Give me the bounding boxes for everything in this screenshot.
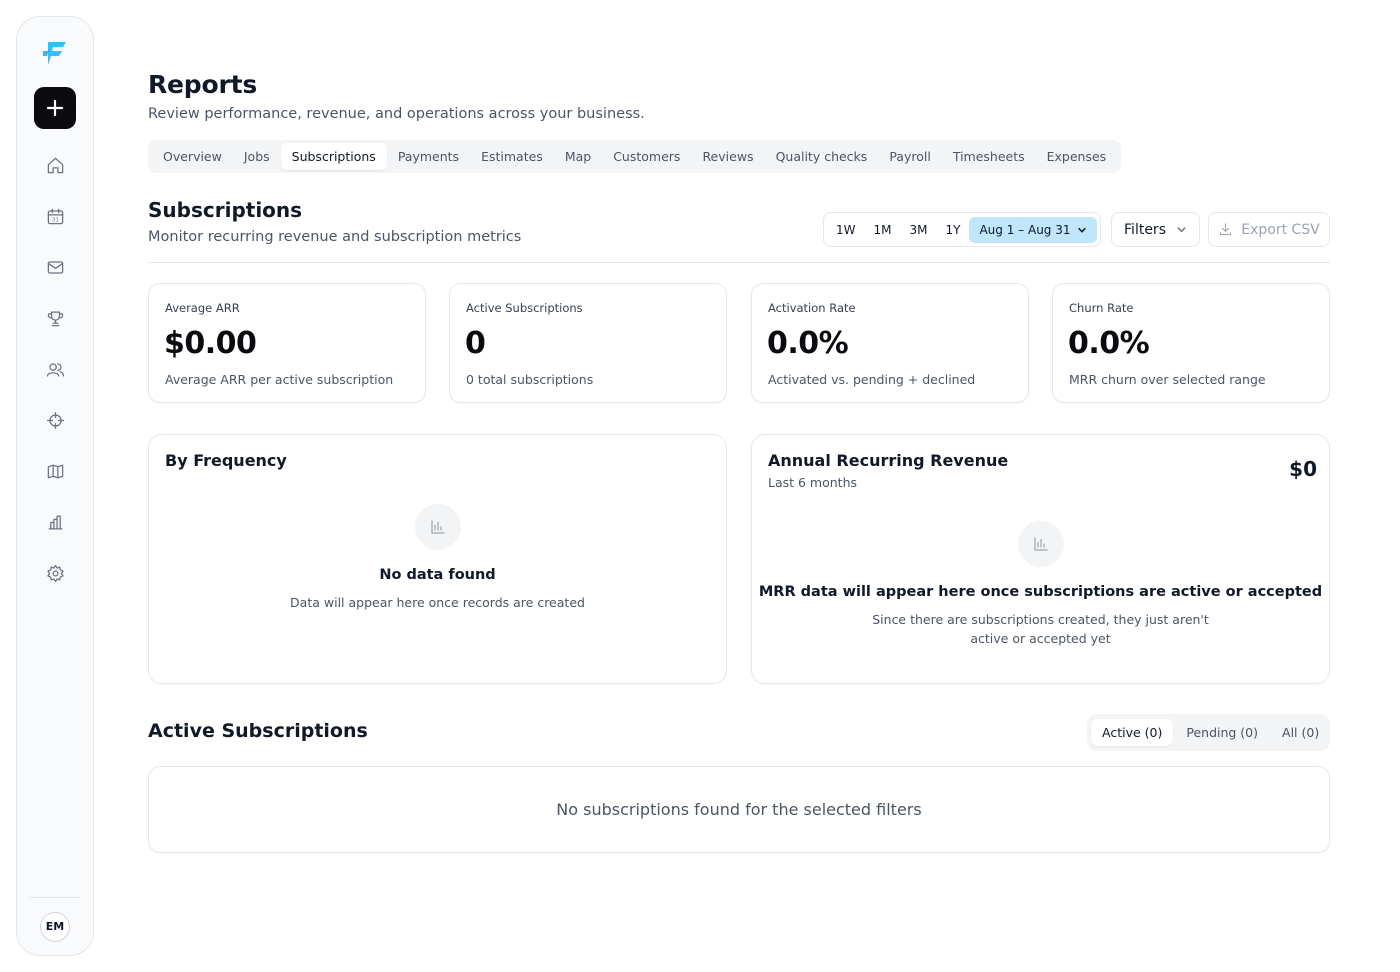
tab-reviews[interactable]: Reviews [691, 143, 764, 170]
sidebar-item-mail[interactable] [35, 247, 75, 287]
sidebar-item-customers[interactable] [35, 349, 75, 389]
export-csv-button[interactable]: Export CSV [1208, 212, 1330, 247]
page-subtitle: Review performance, revenue, and operati… [148, 106, 645, 122]
chevron-down-icon [1077, 227, 1086, 233]
user-avatar[interactable]: EM [40, 911, 70, 942]
empty-table-message: No subscriptions found for the selected … [556, 800, 922, 819]
section-subtitle: Monitor recurring revenue and subscripti… [148, 229, 522, 245]
home-icon [47, 157, 63, 173]
subscriptions-table: No subscriptions found for the selected … [148, 766, 1330, 853]
kpi-card-churn-rate: Churn Rate 0.0% MRR churn over selected … [1052, 283, 1330, 403]
tab-map[interactable]: Map [554, 143, 602, 170]
sidebar-footer: EM [29, 897, 81, 955]
kpi-label: Active Subscriptions [466, 301, 583, 315]
crosshair-icon [46, 411, 64, 429]
mail-icon [47, 260, 63, 274]
kpi-card-active-subscriptions: Active Subscriptions 0 0 total subscript… [449, 283, 727, 403]
sidebar-item-home[interactable] [35, 145, 75, 185]
sidebar-nav: 31 [35, 145, 75, 604]
plus-icon [46, 99, 64, 117]
sidebar-item-crosshair[interactable] [35, 400, 75, 440]
bar-chart-icon [431, 520, 445, 534]
filters-button[interactable]: Filters [1111, 212, 1200, 247]
kpi-card-activation-rate: Activation Rate 0.0% Activated vs. pendi… [751, 283, 1029, 403]
sidebar-item-trophy[interactable] [35, 298, 75, 338]
tab-estimates[interactable]: Estimates [470, 143, 554, 170]
tab-subscriptions[interactable]: Subscriptions [280, 143, 387, 170]
date-range-label: Aug 1 – Aug 31 [979, 222, 1071, 237]
report-tabs: Overview Jobs Subscriptions Payments Est… [148, 140, 1122, 173]
kpi-value: 0.0% [767, 326, 849, 361]
by-frequency-panel: By Frequency No data found Data will app… [148, 434, 727, 684]
range-3m-button[interactable]: 3M [901, 217, 937, 243]
active-subscriptions-title: Active Subscriptions [148, 720, 368, 742]
section-divider [148, 262, 1330, 263]
users-icon [46, 362, 64, 376]
tab-expenses[interactable]: Expenses [1036, 143, 1118, 170]
tab-payroll[interactable]: Payroll [878, 143, 942, 170]
subscription-status-tabs: Active (0) Pending (0) All (0) [1087, 714, 1330, 751]
empty-chart-icon [415, 504, 461, 550]
chevron-down-icon [1177, 227, 1186, 233]
bar-chart-icon [48, 515, 62, 529]
status-tab-active[interactable]: Active (0) [1091, 719, 1174, 746]
kpi-label: Average ARR [165, 301, 240, 315]
section-title: Subscriptions [148, 198, 303, 222]
map-icon [47, 464, 63, 478]
export-label: Export CSV [1241, 221, 1320, 238]
annual-recurring-revenue-panel: Annual Recurring Revenue Last 6 months $… [751, 434, 1330, 684]
kpi-description: MRR churn over selected range [1069, 372, 1266, 387]
status-tab-pending[interactable]: Pending (0) [1175, 719, 1269, 746]
kpi-label: Activation Rate [768, 301, 856, 315]
trophy-icon [47, 311, 63, 326]
kpi-label: Churn Rate [1069, 301, 1134, 315]
kpi-card-average-arr: Average ARR $0.00 Average ARR per active… [148, 283, 426, 403]
tab-payments[interactable]: Payments [387, 143, 470, 170]
sidebar: 31 EM [16, 16, 94, 956]
gear-icon [46, 564, 64, 582]
panel-title: By Frequency [165, 451, 287, 470]
svg-text:31: 31 [52, 217, 59, 223]
range-1y-button[interactable]: 1Y [937, 217, 970, 243]
panel-title: Annual Recurring Revenue [768, 451, 1009, 470]
empty-state-subtitle: Data will appear here once records are c… [290, 595, 585, 610]
kpi-value: 0.0% [1068, 326, 1150, 361]
empty-chart-icon [1018, 521, 1064, 567]
brand-logo-icon[interactable] [39, 37, 71, 69]
sidebar-item-reports[interactable] [35, 502, 75, 542]
sidebar-item-calendar[interactable]: 31 [35, 196, 75, 236]
kpi-description: 0 total subscriptions [466, 372, 594, 387]
kpi-description: Activated vs. pending + declined [768, 372, 976, 387]
empty-state-subtitle-line2: active or accepted yet [970, 631, 1111, 646]
kpi-value: 0 [465, 326, 486, 361]
empty-state-subtitle-line1: Since there are subscriptions created, t… [872, 612, 1209, 627]
status-tab-all[interactable]: All (0) [1271, 719, 1330, 746]
tab-quality-checks[interactable]: Quality checks [765, 143, 879, 170]
download-icon [1220, 223, 1232, 235]
panel-subtitle: Last 6 months [768, 475, 858, 490]
page-title: Reports [148, 70, 258, 99]
tab-jobs[interactable]: Jobs [233, 143, 281, 170]
empty-state-title: No data found [379, 567, 496, 583]
sidebar-item-map[interactable] [35, 451, 75, 491]
sidebar-item-settings[interactable] [35, 553, 75, 593]
kpi-description: Average ARR per active subscription [165, 372, 394, 387]
range-1w-button[interactable]: 1W [827, 217, 865, 243]
range-1m-button[interactable]: 1M [865, 217, 901, 243]
empty-state-title: MRR data will appear here once subscript… [758, 584, 1323, 600]
bar-chart-icon [1034, 537, 1048, 551]
tab-overview[interactable]: Overview [152, 143, 233, 170]
tab-customers[interactable]: Customers [602, 143, 691, 170]
date-range-selector: 1W 1M 3M 1Y Aug 1 – Aug 31 [823, 212, 1101, 247]
filters-label: Filters [1124, 221, 1166, 238]
tab-timesheets[interactable]: Timesheets [942, 143, 1036, 170]
add-new-button[interactable] [34, 87, 76, 129]
date-range-dropdown[interactable]: Aug 1 – Aug 31 [969, 216, 1097, 243]
arr-total-amount: $0 [1289, 457, 1317, 481]
calendar-icon: 31 [47, 208, 63, 224]
kpi-value: $0.00 [164, 326, 257, 361]
